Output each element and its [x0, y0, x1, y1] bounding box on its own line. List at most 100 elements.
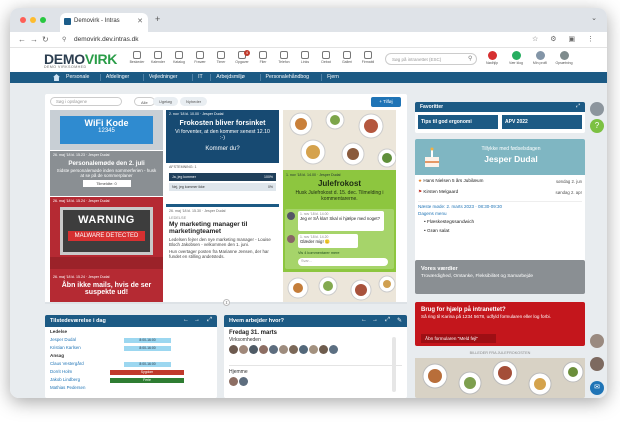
- reload-icon[interactable]: ↻: [42, 35, 49, 44]
- avatar[interactable]: [299, 345, 308, 354]
- browser-toolbar-icons[interactable]: ☆ ⚙ ▣ ⋮: [532, 35, 599, 43]
- toolbar-tasks-button[interactable]: Opgaver 4: [233, 50, 251, 64]
- nav-item[interactable]: Personalehåndbog: [266, 74, 310, 80]
- nav-item[interactable]: IT: [198, 74, 203, 80]
- forward-icon[interactable]: →: [30, 35, 38, 44]
- avatar[interactable]: [259, 345, 268, 354]
- birthday-banner: Tillykke med fødselsdagen Jesper Dudal: [415, 139, 585, 175]
- maximize-window-dot[interactable]: [40, 17, 46, 23]
- favorite-ergonomics[interactable]: Tips til god ergonomi: [418, 115, 498, 129]
- gallery-image[interactable]: [415, 358, 585, 398]
- avatar[interactable]: [249, 345, 258, 354]
- toolbar-clock-button[interactable]: Timer: [212, 51, 230, 64]
- chat-icon[interactable]: ✉: [590, 381, 604, 395]
- poll-option[interactable]: Ja, jeg kommer 100%: [169, 173, 276, 181]
- signup-button[interactable]: Tilmeldte: 0: [82, 180, 131, 187]
- attendance-bar[interactable]: Sygdom: [110, 370, 184, 375]
- filter-news[interactable]: Nyheder: [180, 97, 208, 106]
- attendance-bar[interactable]: 8:00-16:00: [123, 346, 172, 351]
- help-icon[interactable]: ?: [590, 119, 604, 133]
- marketing-card[interactable]: 26. maj '18 kl. 15.30 · Jesper Dudal LED…: [166, 204, 279, 304]
- report-error-button[interactable]: Åbn formularen "Meld fejl": [421, 334, 496, 343]
- header-action-1[interactable]: Vær klog: [506, 51, 526, 65]
- expand-icon[interactable]: ⤢: [385, 317, 390, 324]
- filter-all[interactable]: Alle: [134, 97, 155, 106]
- avatar[interactable]: [329, 345, 338, 354]
- expand-icon[interactable]: ⤢: [207, 317, 212, 324]
- board-search-input[interactable]: Søg i opslagene: [50, 97, 122, 106]
- header-action-0[interactable]: Nødhjlp: [482, 51, 502, 65]
- filter-weekly[interactable]: Ugeløg: [153, 97, 178, 106]
- header-action-2[interactable]: Min profil: [530, 51, 550, 65]
- meeting-card[interactable]: 26. maj '18 kl. 15.23 · Jesper Dudal Per…: [50, 151, 163, 196]
- nav-item[interactable]: Personale: [66, 74, 89, 80]
- nav-item[interactable]: Arbejdsmiljø: [216, 74, 245, 80]
- nav-item[interactable]: Vejledninger: [149, 74, 178, 80]
- toolbar-link-button[interactable]: Links: [296, 51, 314, 64]
- home-icon[interactable]: [53, 74, 60, 81]
- new-tab-icon[interactable]: +: [155, 14, 160, 24]
- favorite-apv[interactable]: APV 2022: [502, 115, 582, 129]
- minimize-window-dot[interactable]: [30, 17, 36, 23]
- avatar[interactable]: [279, 345, 288, 354]
- browser-tab[interactable]: Demovirk - Intras ✕: [60, 13, 148, 32]
- user-avatar-ka[interactable]: [590, 334, 604, 348]
- resize-handle-icon[interactable]: ⇕: [223, 299, 230, 306]
- toolbar-calendar-button[interactable]: Kalender: [149, 51, 167, 64]
- more-comments-link[interactable]: Vis 4 kommentarer mere: [298, 251, 340, 255]
- avatar[interactable]: [229, 377, 238, 386]
- wifi-card[interactable]: WiFi Kode 12345: [50, 110, 163, 150]
- attendance-person[interactable]: Kristian Karlsen: [50, 345, 81, 350]
- avatar[interactable]: [309, 345, 318, 354]
- user-avatar[interactable]: [590, 357, 604, 371]
- lunch-delay-card[interactable]: 2. nov '18 kl. 10.00 · Jesper Dudal Frok…: [166, 110, 279, 202]
- site-info-icon[interactable]: ⚲: [62, 36, 66, 43]
- toolbar-gallery-button[interactable]: Galleri: [338, 51, 356, 64]
- url-field[interactable]: demovirk.dev.intras.dk: [74, 36, 139, 43]
- toolbar-chat-button[interactable]: Debat: [317, 51, 335, 64]
- expand-icon[interactable]: ⤢: [576, 103, 580, 109]
- add-post-button[interactable]: + Tilføj: [371, 97, 401, 107]
- attendance-person[interactable]: Claus Vestergård: [50, 361, 84, 366]
- toolbar-mail-button[interactable]: Beskeder: [128, 51, 146, 64]
- nav-item[interactable]: Fjern: [327, 74, 339, 80]
- tab-list-icon[interactable]: ⌄: [591, 14, 597, 22]
- toolbar-catalog-button[interactable]: Katalog: [170, 51, 188, 64]
- header-action-3[interactable]: Opsætning: [554, 51, 574, 65]
- toolbar-car-button[interactable]: Firmabil: [359, 51, 377, 64]
- prev-icon[interactable]: ←: [361, 317, 367, 323]
- attendance-bar[interactable]: Ferie: [110, 378, 184, 383]
- close-tab-icon[interactable]: ✕: [137, 17, 143, 25]
- avatar[interactable]: [239, 345, 248, 354]
- attendance-person[interactable]: Jesper Dudal: [50, 337, 76, 342]
- toolbar-absence-button[interactable]: Fravær: [191, 51, 209, 64]
- security-card[interactable]: 26. maj '18 kl. 15.24 · Jesper Dudal WAR…: [50, 197, 163, 304]
- poll-option[interactable]: Nej, jeg kommer ikke 0%: [169, 183, 276, 191]
- next-meeting[interactable]: Næste møde: 2. marts 2023 · 08:30-09:30: [418, 201, 582, 209]
- next-icon[interactable]: →: [194, 317, 200, 323]
- reply-input[interactable]: Svar...: [298, 258, 388, 266]
- attendance-person[interactable]: Mathias Pedersen: [50, 385, 85, 390]
- avatar[interactable]: [319, 345, 328, 354]
- attendance-bar[interactable]: 8:00-16:00: [123, 338, 172, 343]
- edit-icon[interactable]: ✎: [397, 317, 402, 324]
- next-icon[interactable]: →: [372, 317, 378, 323]
- toolbar-phone-button[interactable]: Telefon: [275, 51, 293, 64]
- menu-title[interactable]: Dagens menu: [418, 211, 447, 216]
- notification-bell-icon[interactable]: [590, 102, 604, 116]
- prev-icon[interactable]: ←: [183, 317, 189, 323]
- help-text: Så ring til Karina på 1234 5678, udfyld …: [421, 314, 551, 319]
- attendance-person[interactable]: Dorrit Holm: [50, 369, 72, 374]
- nav-item[interactable]: Afdelinger: [106, 74, 129, 80]
- back-icon[interactable]: ←: [18, 35, 26, 44]
- search-icon[interactable]: ⚲: [468, 55, 472, 62]
- attendance-bar[interactable]: 8:00-16:00: [123, 362, 172, 367]
- avatar[interactable]: [239, 377, 248, 386]
- intranet-search-input[interactable]: Søg på intranettet (ESC): [385, 53, 477, 65]
- attendance-person[interactable]: Jakob Lindberg: [50, 377, 80, 382]
- avatar[interactable]: [269, 345, 278, 354]
- avatar[interactable]: [289, 345, 298, 354]
- close-window-dot[interactable]: [20, 17, 26, 23]
- avatar[interactable]: [229, 345, 238, 354]
- toolbar-folder-button[interactable]: Filer: [254, 51, 272, 64]
